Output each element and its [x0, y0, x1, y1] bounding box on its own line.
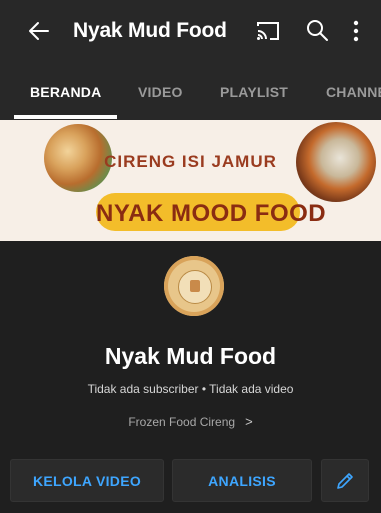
pencil-icon [337, 472, 353, 489]
back-arrow-icon[interactable] [26, 18, 52, 44]
channel-stats: Tidak ada subscriber • Tidak ada video [87, 382, 294, 396]
cast-icon[interactable] [255, 19, 281, 43]
chevron-right-icon: > [245, 414, 253, 429]
channel-tabs: BERANDA VIDEO PLAYLIST CHANNE [0, 62, 381, 120]
tab-beranda[interactable]: BERANDA [30, 84, 101, 100]
banner-subtitle: CIRENG ISI JAMUR [104, 152, 277, 171]
edit-channel-button[interactable] [321, 459, 369, 502]
banner-title: NYAK MOOD FOOD [96, 200, 327, 227]
analytics-button[interactable]: ANALISIS [172, 459, 312, 502]
manage-videos-button[interactable]: KELOLA VIDEO [10, 459, 164, 502]
channel-description-link[interactable]: Frozen Food Cireng > [0, 414, 381, 429]
app-bar: Nyak Mud Food [0, 0, 381, 62]
tab-channel[interactable]: CHANNE [326, 84, 381, 100]
channel-description: Frozen Food Cireng [128, 415, 236, 429]
channel-name: Nyak Mud Food [104, 343, 277, 369]
more-vert-icon[interactable] [348, 18, 364, 44]
search-icon[interactable] [305, 18, 329, 42]
tab-playlist[interactable]: PLAYLIST [220, 84, 288, 100]
channel-title: Nyak Mud Food [73, 19, 227, 42]
avatar-logo [178, 270, 212, 304]
channel-banner: CIRENG ISI JAMUR NYAK MOOD FOOD [0, 120, 381, 241]
tab-video[interactable]: VIDEO [138, 84, 183, 100]
active-tab-indicator [14, 115, 117, 119]
channel-avatar[interactable] [164, 256, 224, 316]
